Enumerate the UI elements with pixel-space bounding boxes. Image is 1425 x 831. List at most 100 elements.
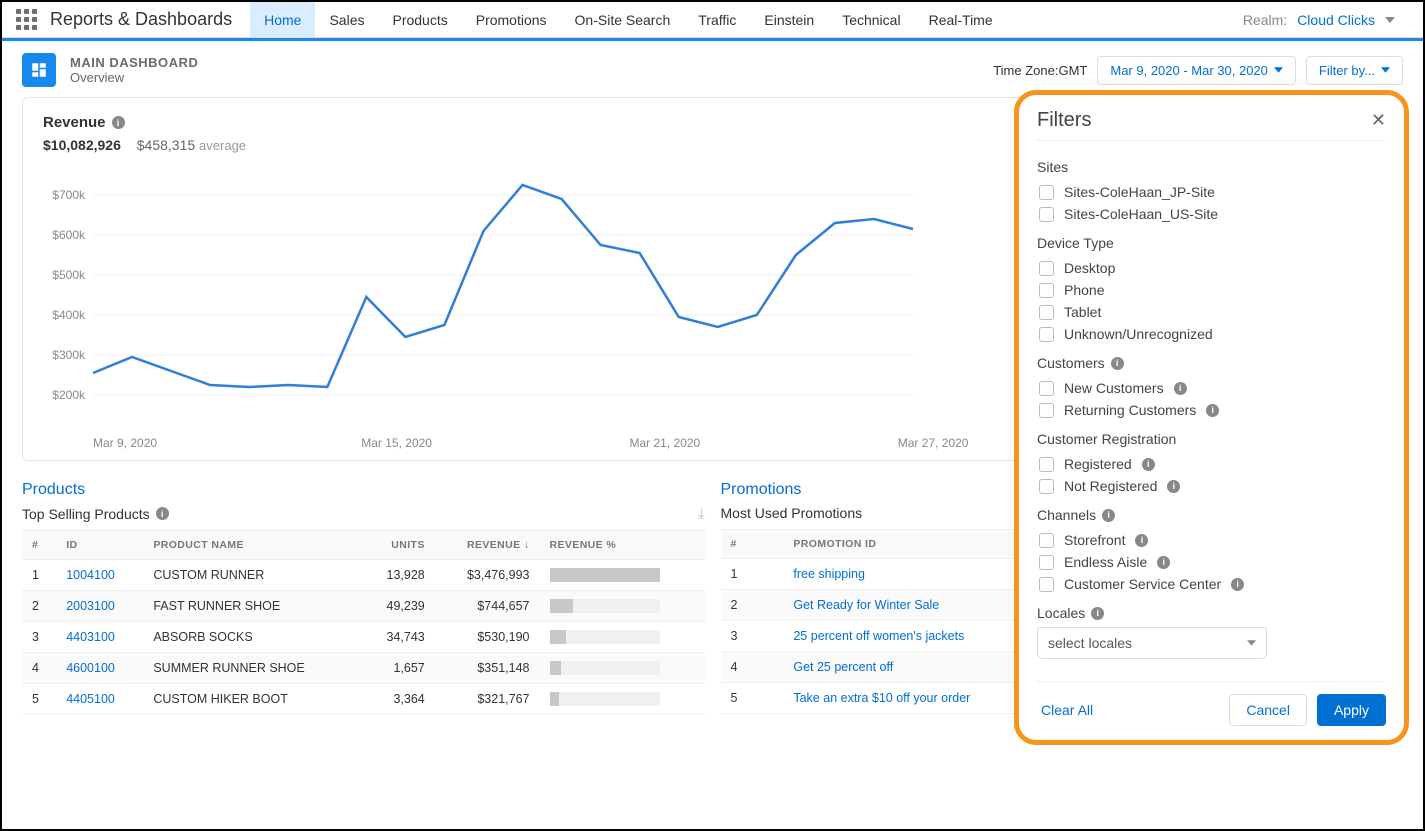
download-icon[interactable]: ⤓	[698, 505, 704, 522]
dashboard-header: MAIN DASHBOARD Overview Time Zone:GMT Ma…	[2, 41, 1423, 97]
filter-option[interactable]: New Customers i	[1037, 377, 1386, 399]
date-range-value: Mar 9, 2020 - Mar 30, 2020	[1110, 63, 1268, 78]
col-id[interactable]: ID	[56, 531, 143, 560]
info-icon[interactable]: i	[1111, 357, 1124, 370]
products-title: Products	[22, 481, 705, 499]
product-id-link[interactable]: 2003100	[56, 591, 143, 622]
col-revenue[interactable]: REVENUE ↓	[435, 531, 540, 560]
filter-group-title: Customers i	[1037, 355, 1386, 371]
timezone-label: Time Zone:GMT	[993, 63, 1087, 78]
chevron-down-icon	[1385, 17, 1395, 23]
date-range-picker[interactable]: Mar 9, 2020 - Mar 30, 2020	[1097, 56, 1296, 85]
svg-text:$700k: $700k	[52, 188, 86, 202]
checkbox[interactable]	[1039, 185, 1054, 200]
col-pct[interactable]: REVENUE %	[540, 531, 705, 560]
chevron-down-icon	[1274, 67, 1283, 73]
realm-value: Cloud Clicks	[1297, 12, 1375, 28]
filter-option[interactable]: Desktop	[1037, 257, 1386, 279]
filter-option[interactable]: Unknown/Unrecognized	[1037, 323, 1386, 345]
product-id-link[interactable]: 4405100	[56, 684, 143, 715]
product-id-link[interactable]: 4403100	[56, 622, 143, 653]
col-name[interactable]: PRODUCT NAME	[143, 531, 361, 560]
tab-einstein[interactable]: Einstein	[750, 2, 828, 37]
product-id-link[interactable]: 1004100	[56, 560, 143, 591]
filter-option[interactable]: Not Registered i	[1037, 475, 1386, 497]
col-num[interactable]: #	[22, 531, 56, 560]
revenue-line-chart: $700k$600k$500k$400k$300k$200k	[43, 165, 923, 425]
checkbox[interactable]	[1039, 479, 1054, 494]
app-title: Reports & Dashboards	[50, 9, 232, 30]
tab-sales[interactable]: Sales	[315, 2, 378, 37]
filter-group: SitesSites-ColeHaan_JP-SiteSites-ColeHaa…	[1037, 159, 1386, 225]
tab-products[interactable]: Products	[378, 2, 461, 37]
clear-all-button[interactable]: Clear All	[1037, 695, 1109, 725]
dashboard-icon	[22, 53, 56, 87]
checkbox[interactable]	[1039, 403, 1054, 418]
tab-technical[interactable]: Technical	[828, 2, 914, 37]
table-row: 34403100ABSORB SOCKS34,743$530,190	[22, 622, 705, 653]
checkbox[interactable]	[1039, 207, 1054, 222]
filter-option[interactable]: Storefront i	[1037, 529, 1386, 551]
chart-total: $10,082,926	[43, 137, 121, 153]
checkbox[interactable]	[1039, 457, 1054, 472]
checkbox[interactable]	[1039, 555, 1054, 570]
col-units[interactable]: UNITS	[361, 531, 435, 560]
filter-group-title: Locales i	[1037, 605, 1386, 621]
col-num[interactable]: #	[721, 530, 784, 559]
table-row: 54405100CUSTOM HIKER BOOT3,364$321,767	[22, 684, 705, 715]
chart-title: Revenue	[43, 114, 106, 131]
info-icon[interactable]: i	[1206, 404, 1219, 417]
filters-panel-title: Filters	[1037, 109, 1091, 132]
tab-promotions[interactable]: Promotions	[462, 2, 561, 37]
info-icon[interactable]: i	[1157, 556, 1170, 569]
info-icon[interactable]: i	[1231, 578, 1244, 591]
topbar: Reports & Dashboards HomeSalesProductsPr…	[2, 2, 1423, 38]
chevron-down-icon	[1247, 640, 1256, 646]
filter-option[interactable]: Tablet	[1037, 301, 1386, 323]
tab-traffic[interactable]: Traffic	[684, 2, 750, 37]
filter-option[interactable]: Sites-ColeHaan_JP-Site	[1037, 181, 1386, 203]
nav-tabs: HomeSalesProductsPromotionsOn-Site Searc…	[250, 2, 1007, 37]
info-icon[interactable]: i	[1142, 458, 1155, 471]
filter-group-title: Channels i	[1037, 507, 1386, 523]
checkbox[interactable]	[1039, 305, 1054, 320]
info-icon[interactable]: i	[1167, 480, 1180, 493]
filter-by-button[interactable]: Filter by...	[1306, 56, 1403, 85]
apply-button[interactable]: Apply	[1317, 694, 1386, 726]
svg-text:$300k: $300k	[52, 348, 86, 362]
tab-on-site-search[interactable]: On-Site Search	[561, 2, 685, 37]
products-table: # ID PRODUCT NAME UNITS REVENUE ↓ REVENU…	[22, 530, 705, 715]
checkbox[interactable]	[1039, 283, 1054, 298]
info-icon[interactable]: i	[156, 507, 169, 520]
checkbox[interactable]	[1039, 381, 1054, 396]
filter-option[interactable]: Customer Service Center i	[1037, 573, 1386, 595]
app-launcher-icon[interactable]	[16, 9, 38, 31]
filter-option[interactable]: Phone	[1037, 279, 1386, 301]
realm-selector[interactable]: Realm: Cloud Clicks	[1243, 12, 1415, 28]
close-icon[interactable]: ✕	[1371, 110, 1386, 131]
svg-text:$400k: $400k	[52, 308, 86, 322]
info-icon[interactable]: i	[1091, 607, 1104, 620]
info-icon[interactable]: i	[1102, 509, 1115, 522]
locales-select[interactable]: select locales	[1037, 627, 1267, 659]
checkbox[interactable]	[1039, 327, 1054, 342]
filter-group-title: Customer Registration	[1037, 431, 1386, 447]
filter-option[interactable]: Sites-ColeHaan_US-Site	[1037, 203, 1386, 225]
product-id-link[interactable]: 4600100	[56, 653, 143, 684]
chart-avg-value: $458,315	[137, 137, 195, 153]
filter-option[interactable]: Returning Customers i	[1037, 399, 1386, 421]
tab-home[interactable]: Home	[250, 2, 315, 37]
info-icon[interactable]: i	[112, 116, 125, 129]
tab-real-time[interactable]: Real-Time	[915, 2, 1007, 37]
checkbox[interactable]	[1039, 577, 1054, 592]
info-icon[interactable]: i	[1174, 382, 1187, 395]
checkbox[interactable]	[1039, 261, 1054, 276]
checkbox[interactable]	[1039, 533, 1054, 548]
filter-group: Customers i New Customers iReturning Cust…	[1037, 355, 1386, 421]
cancel-button[interactable]: Cancel	[1229, 694, 1307, 726]
filter-option[interactable]: Endless Aisle i	[1037, 551, 1386, 573]
svg-text:$600k: $600k	[52, 228, 86, 242]
filter-option[interactable]: Registered i	[1037, 453, 1386, 475]
chart-x-labels: Mar 9, 2020Mar 15, 2020Mar 21, 2020Mar 2…	[43, 436, 1166, 450]
info-icon[interactable]: i	[1135, 534, 1148, 547]
